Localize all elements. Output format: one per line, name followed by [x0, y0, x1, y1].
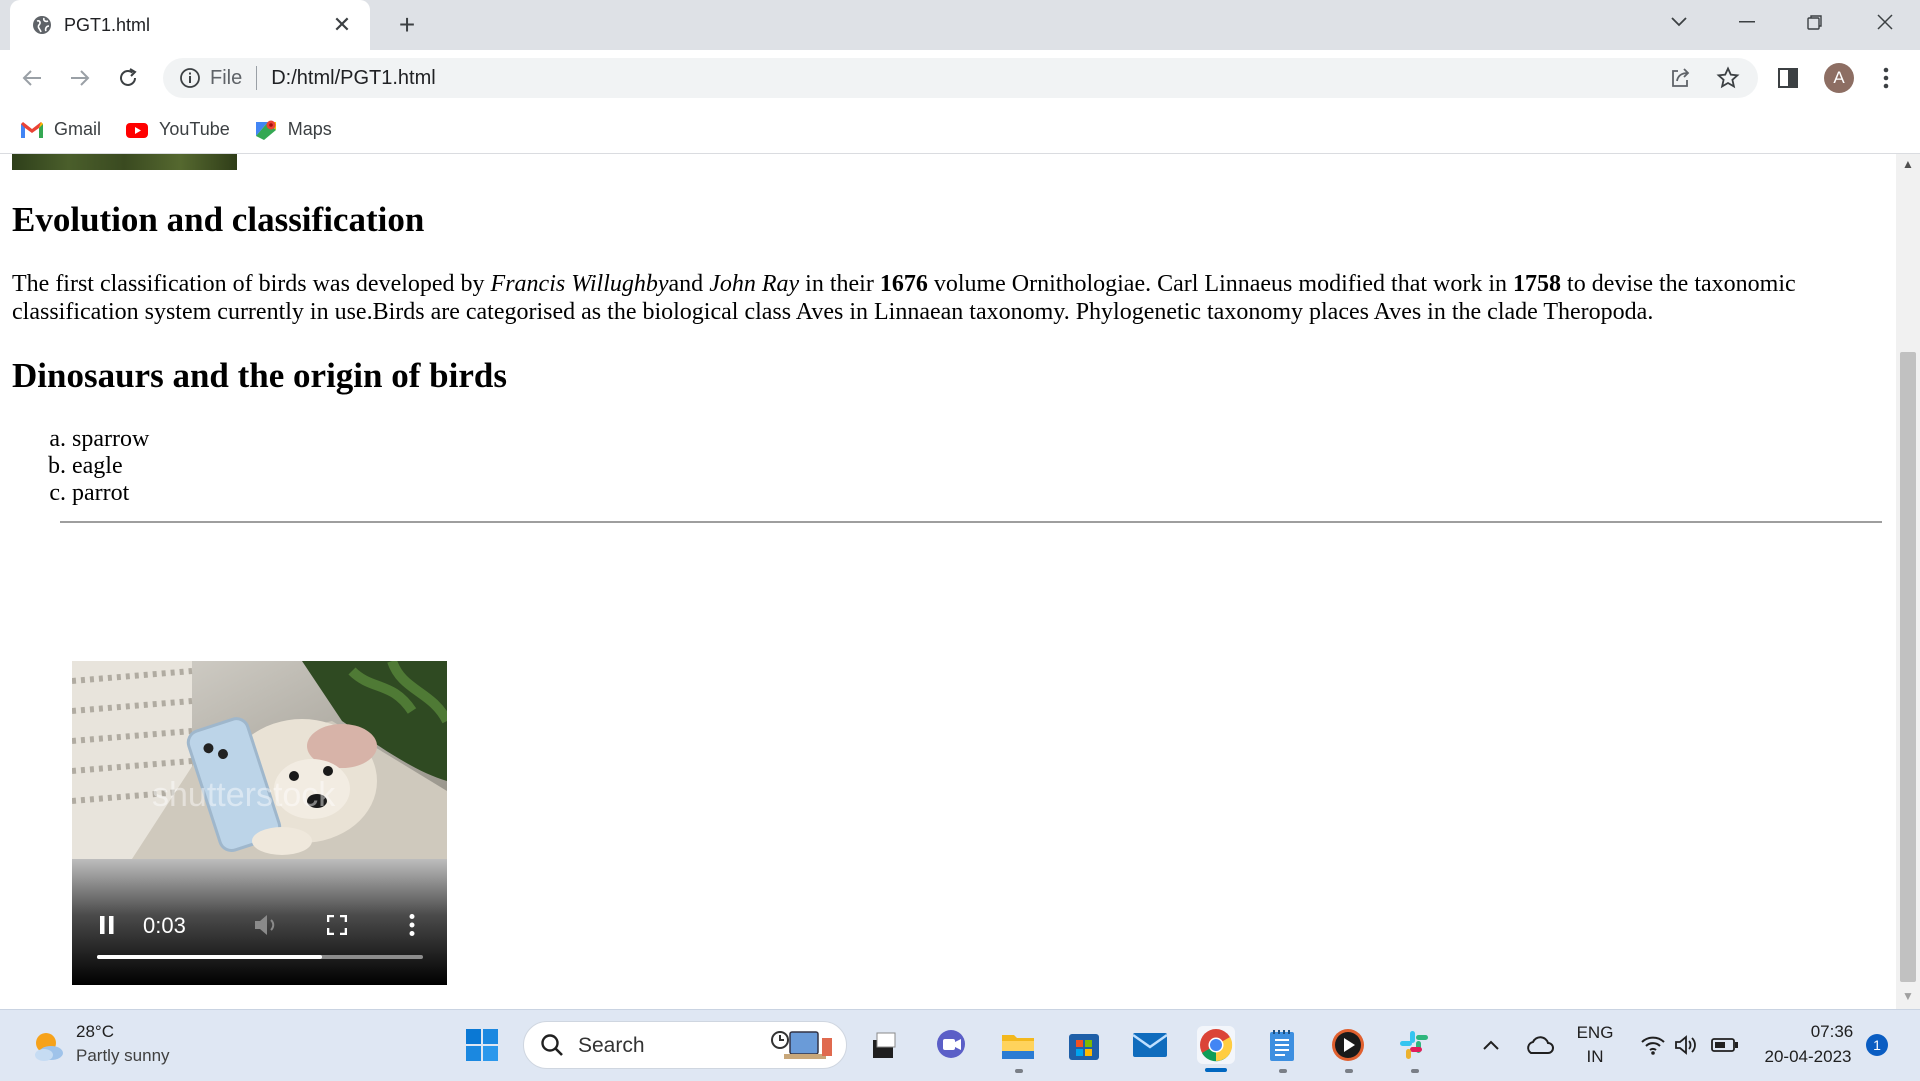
bird-list: sparrow eagle parrot — [12, 426, 149, 507]
horizontal-rule — [60, 521, 1882, 523]
browser-toolbar: File D:/html/PGT1.html A — [0, 50, 1920, 106]
battery-icon[interactable] — [1706, 1026, 1744, 1064]
list-item: eagle — [72, 453, 149, 480]
chrome-icon[interactable] — [1197, 1026, 1235, 1064]
heading-dinosaurs: Dinosaurs and the origin of birds — [12, 356, 507, 395]
running-indicator — [1015, 1069, 1023, 1073]
taskbar-search-label: Search — [578, 1034, 645, 1057]
bookmark-star-icon[interactable] — [1710, 60, 1746, 96]
close-tab-icon[interactable]: ✕ — [328, 11, 356, 39]
reload-icon[interactable] — [110, 60, 146, 96]
task-view-icon[interactable] — [864, 1026, 902, 1064]
search-highlight-illustration-icon — [771, 1031, 832, 1059]
clock-time[interactable]: 07:36 — [1804, 1022, 1860, 1042]
tab-pgt1[interactable]: PGT1.html ✕ — [10, 0, 370, 50]
page-viewport: Evolution and classification The first c… — [0, 154, 1896, 1009]
video-player[interactable]: shutterstock 0:03 — [72, 661, 447, 985]
tab-strip: PGT1.html ✕ + — [0, 0, 1920, 50]
windows-taskbar: 28°C Partly sunny Search ENG IN 07:36 20… — [0, 1009, 1920, 1081]
classification-paragraph: The first classification of birds was de… — [12, 270, 1872, 326]
gmail-icon — [21, 121, 43, 138]
heading-evolution: Evolution and classification — [12, 200, 425, 239]
para-year-1758: 1758 — [1513, 271, 1562, 297]
scrollbar-thumb[interactable] — [1900, 352, 1916, 982]
youtube-icon — [126, 122, 149, 138]
wifi-icon[interactable] — [1634, 1026, 1672, 1064]
minimize-icon[interactable] — [1722, 0, 1772, 44]
active-app-indicator — [1205, 1068, 1227, 1072]
para-name-ray: John Ray — [709, 271, 800, 297]
slack-icon[interactable] — [1395, 1026, 1433, 1064]
forward-arrow-icon[interactable] — [62, 60, 98, 96]
bookmark-gmail[interactable]: Gmail — [20, 119, 101, 140]
bookmark-youtube-label: YouTube — [159, 119, 230, 139]
bookmark-youtube[interactable]: YouTube — [125, 119, 230, 140]
address-separator — [256, 66, 258, 90]
running-indicator — [1345, 1069, 1353, 1073]
maps-icon — [255, 120, 276, 140]
tab-search-chevron-icon[interactable] — [1654, 0, 1704, 44]
para-text-2: and — [668, 271, 710, 297]
weather-partly-sunny-icon[interactable] — [30, 1028, 66, 1064]
side-panel-icon[interactable] — [1774, 64, 1802, 92]
microsoft-store-icon[interactable] — [1065, 1026, 1103, 1064]
scroll-up-arrow-icon[interactable]: ▲ — [1902, 158, 1914, 170]
show-hidden-icons-chevron-icon[interactable] — [1472, 1026, 1510, 1064]
search-icon — [541, 1034, 563, 1056]
onedrive-cloud-icon[interactable] — [1520, 1026, 1558, 1064]
list-item: sparrow — [72, 426, 149, 453]
bookmarks-bar: Gmail YouTube Maps — [0, 106, 1920, 154]
windows-start-icon[interactable] — [463, 1026, 501, 1064]
globe-icon — [33, 16, 51, 34]
tab-title: PGT1.html — [64, 14, 151, 35]
close-window-icon[interactable] — [1860, 0, 1910, 44]
list-item: parrot — [72, 480, 149, 507]
bookmark-gmail-label: Gmail — [54, 119, 102, 139]
weather-temperature[interactable]: 28°C — [76, 1022, 114, 1042]
para-text-1: The first classification of birds was de… — [12, 271, 491, 297]
video-frame-dog-with-phone: shutterstock — [72, 661, 447, 859]
para-year-1676: 1676 — [879, 271, 928, 297]
running-indicator — [1279, 1069, 1287, 1073]
fullscreen-icon[interactable] — [327, 915, 347, 935]
language-indicator-line1[interactable]: ENG — [1575, 1023, 1615, 1043]
bookmark-maps-label: Maps — [287, 119, 332, 139]
para-name-willughby: Francis Willughby — [490, 271, 669, 297]
notepad-icon[interactable] — [1263, 1026, 1301, 1064]
teams-chat-icon[interactable] — [933, 1026, 971, 1064]
more-menu-icon[interactable] — [1876, 64, 1896, 92]
mail-icon[interactable] — [1131, 1026, 1169, 1064]
bird-image-partial — [12, 154, 237, 170]
bookmark-maps[interactable]: Maps — [254, 118, 332, 142]
media-player-icon[interactable] — [1329, 1026, 1367, 1064]
clock-date[interactable]: 20-04-2023 — [1756, 1047, 1860, 1067]
address-bar[interactable]: File D:/html/PGT1.html — [163, 58, 1758, 98]
address-url[interactable]: D:/html/PGT1.html — [271, 67, 435, 90]
new-tab-button[interactable]: + — [392, 9, 422, 40]
restore-icon[interactable] — [1790, 0, 1840, 44]
profile-avatar[interactable]: A — [1824, 63, 1854, 93]
notification-badge[interactable]: 1 — [1866, 1034, 1888, 1056]
video-watermark: shutterstock — [152, 776, 336, 814]
running-indicator — [1411, 1069, 1419, 1073]
para-text-4: volume Ornithologiae. Carl Linnaeus modi… — [927, 271, 1514, 297]
para-text-3: in their — [799, 271, 880, 297]
scroll-down-arrow-icon[interactable]: ▼ — [1902, 990, 1914, 1002]
back-arrow-icon[interactable] — [14, 60, 50, 96]
language-indicator-line2[interactable]: IN — [1575, 1047, 1615, 1067]
taskbar-search-box[interactable]: Search — [523, 1021, 847, 1069]
weather-description[interactable]: Partly sunny — [76, 1046, 170, 1066]
video-current-time: 0:03 — [143, 913, 186, 938]
file-explorer-icon[interactable] — [999, 1026, 1037, 1064]
info-icon[interactable] — [178, 66, 202, 90]
video-more-options-icon[interactable] — [408, 913, 416, 937]
address-scheme: File — [210, 66, 243, 89]
share-icon[interactable] — [1662, 60, 1698, 96]
volume-icon[interactable] — [252, 912, 280, 938]
volume-speaker-icon[interactable] — [1668, 1026, 1706, 1064]
video-progress-fill[interactable] — [97, 955, 322, 959]
pause-icon[interactable] — [99, 915, 115, 935]
